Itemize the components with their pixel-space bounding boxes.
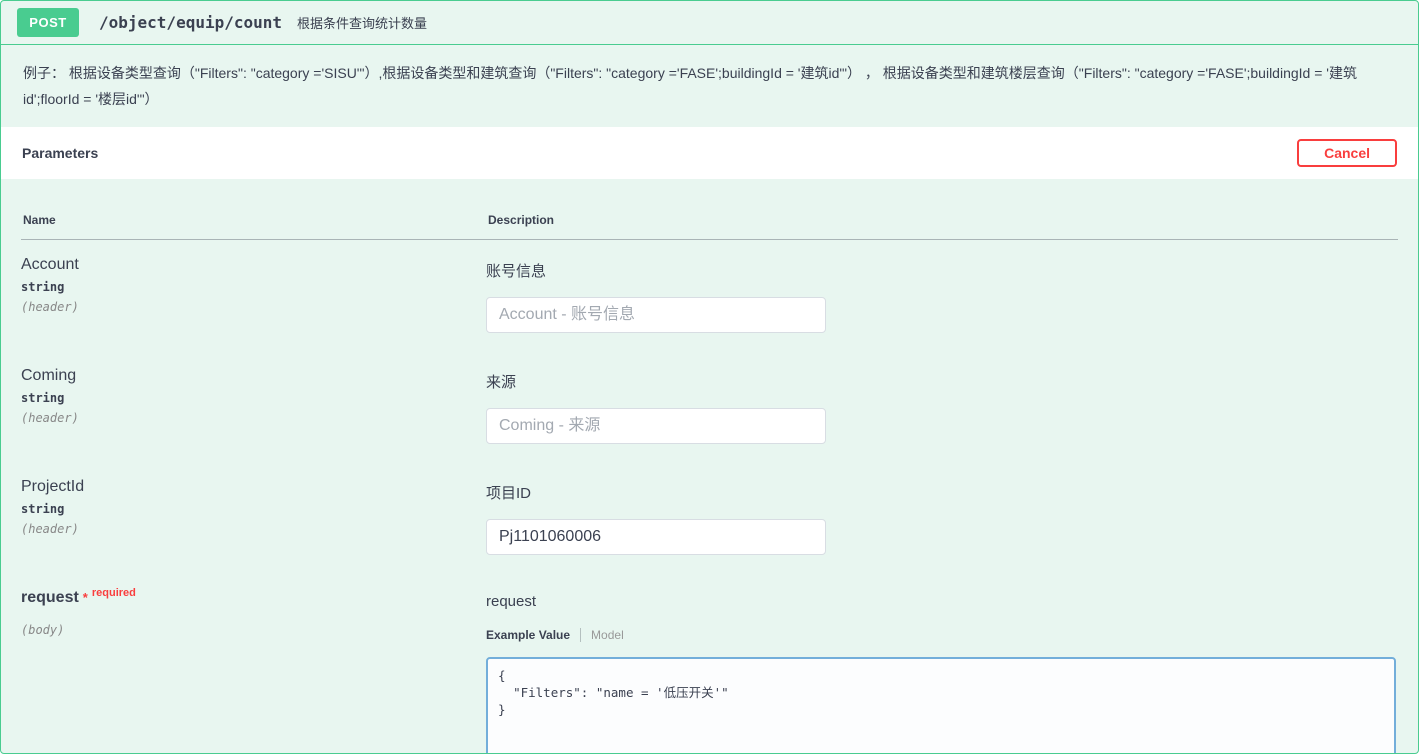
- tab-model[interactable]: Model: [581, 628, 624, 642]
- cancel-button[interactable]: Cancel: [1297, 139, 1397, 167]
- parameter-name: Account: [21, 256, 486, 274]
- parameter-description: request: [486, 593, 1398, 610]
- parameter-location: (header): [21, 300, 486, 314]
- model-example-tabs: Example Value Model: [486, 628, 1398, 642]
- operation-block: POST /object/equip/count 根据条件查询统计数量 例子： …: [0, 0, 1419, 754]
- parameter-location: (header): [21, 411, 486, 425]
- parameter-type: string: [21, 391, 486, 405]
- http-method-badge: POST: [17, 8, 79, 37]
- coming-input[interactable]: [486, 408, 826, 444]
- required-label: required: [90, 587, 136, 599]
- parameter-name: ProjectId: [21, 478, 486, 496]
- account-input[interactable]: [486, 297, 826, 333]
- parameters-section-header: Parameters Cancel: [1, 127, 1418, 179]
- parameter-row-coming: Coming string (header) 来源: [21, 351, 1398, 462]
- parameter-location: (body): [21, 623, 486, 637]
- column-header-description: Description: [486, 179, 1398, 240]
- endpoint-path: /object/equip/count: [99, 13, 282, 32]
- parameters-title: Parameters: [22, 145, 98, 161]
- parameter-row-request: request*required (body) request Example …: [21, 573, 1398, 754]
- parameter-type: string: [21, 502, 486, 516]
- endpoint-summary[interactable]: POST /object/equip/count 根据条件查询统计数量: [1, 1, 1418, 45]
- parameter-name: Coming: [21, 367, 486, 385]
- parameter-description: 账号信息: [486, 260, 1398, 281]
- parameter-name: request*required: [21, 589, 486, 607]
- parameter-description: 项目ID: [486, 482, 1398, 503]
- parameters-table: Name Description Account string (header)…: [1, 179, 1418, 754]
- endpoint-summary-text: 根据条件查询统计数量: [297, 13, 427, 32]
- parameter-row-account: Account string (header) 账号信息: [21, 240, 1398, 352]
- endpoint-description: 例子： 根据设备类型查询（"Filters": "category ='SISU…: [1, 45, 1418, 127]
- parameter-description: 来源: [486, 371, 1398, 392]
- parameter-row-projectid: ProjectId string (header) 项目ID: [21, 462, 1398, 573]
- tab-example-value[interactable]: Example Value: [486, 628, 581, 642]
- column-header-name: Name: [21, 179, 486, 240]
- request-body-editor[interactable]: { "Filters": "name = '低压开关'" }: [486, 657, 1396, 754]
- projectid-input[interactable]: [486, 519, 826, 555]
- parameter-type: string: [21, 280, 486, 294]
- parameter-location: (header): [21, 522, 486, 536]
- required-asterisk: *: [79, 590, 90, 605]
